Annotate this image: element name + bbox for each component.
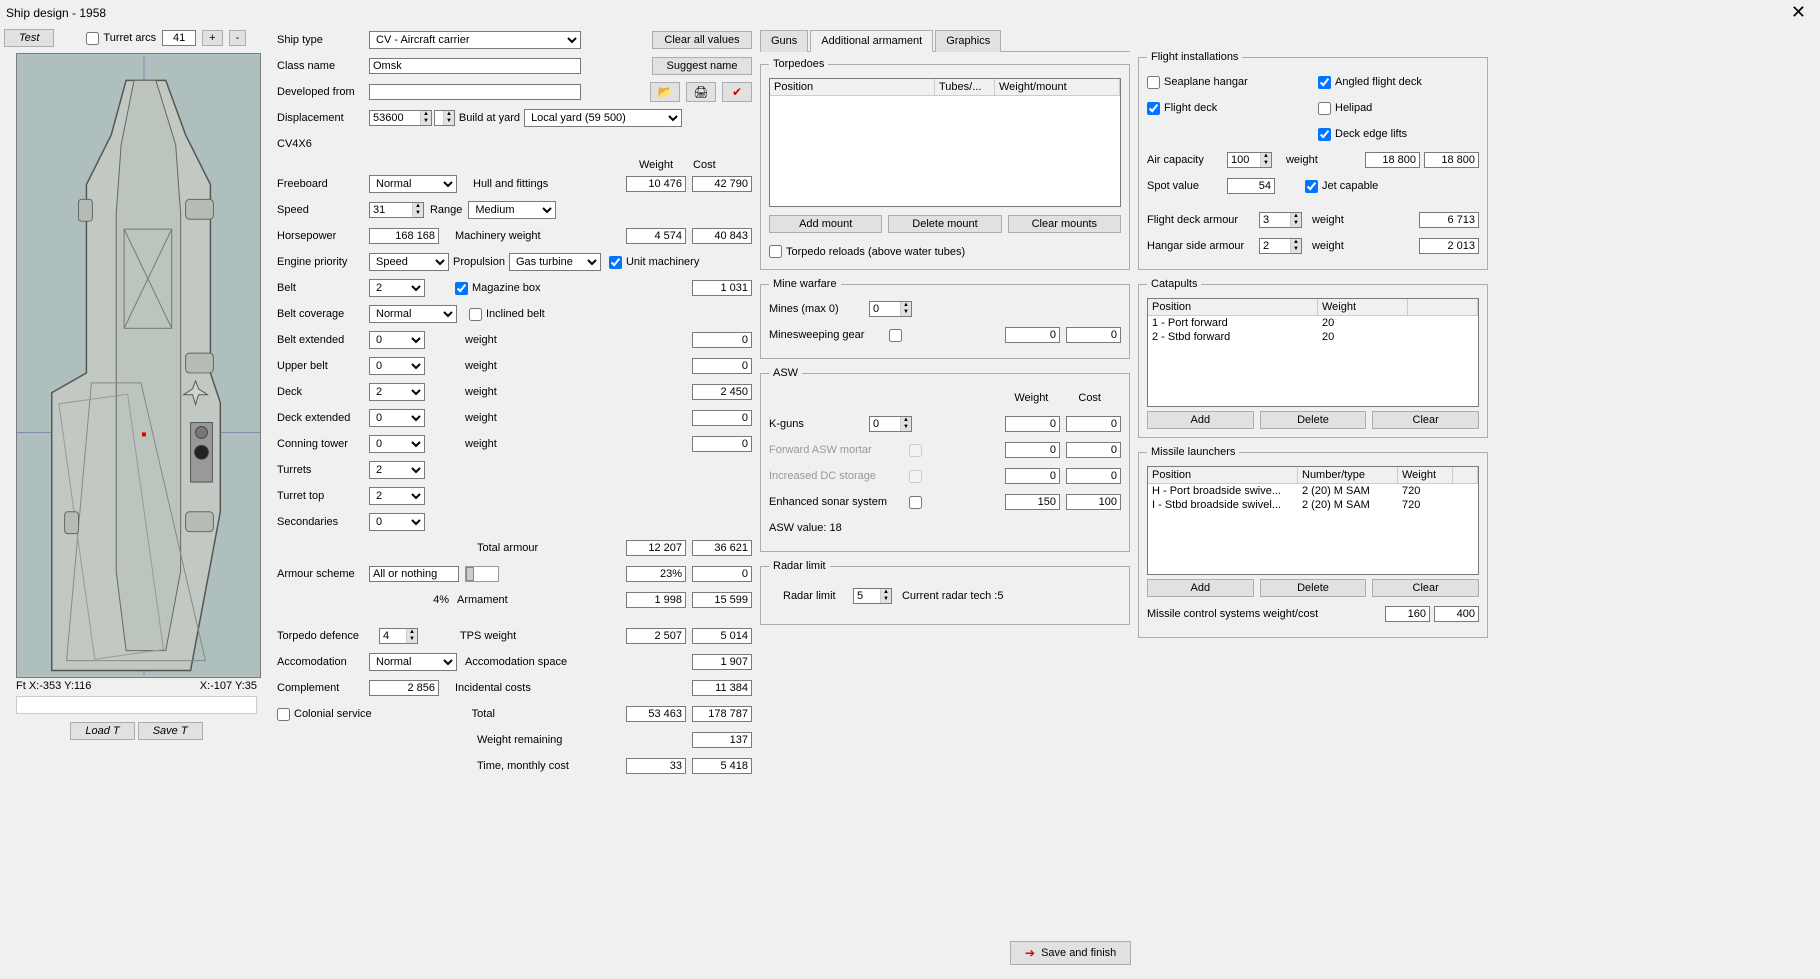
torpedoes-group: Torpedoes Position Tubes/... Weight/moun…	[760, 58, 1130, 270]
seaplane-hangar-checkbox[interactable]: Seaplane hangar	[1147, 76, 1248, 89]
clear-mounts-button[interactable]: Clear mounts	[1008, 215, 1121, 233]
range-select[interactable]: Medium	[468, 201, 556, 219]
titlebar: Ship design - 1958 ✕	[0, 0, 1820, 25]
displacement-extra-spinner[interactable]: ▲▼	[434, 110, 455, 126]
unit-machinery-checkbox[interactable]: Unit machinery	[609, 256, 699, 269]
engine-priority-select[interactable]: Speed	[369, 253, 449, 271]
save-t-button[interactable]: Save T	[138, 722, 203, 740]
dc-storage-checkbox	[909, 470, 922, 483]
displacement-spinner[interactable]: ▲▼	[369, 110, 432, 126]
catapult-add-button[interactable]: Add	[1147, 411, 1254, 429]
turret-arcs-checkbox[interactable]: Turret arcs	[86, 32, 156, 45]
catapults-list[interactable]: Position Weight 1 - Port forward202 - St…	[1147, 298, 1479, 407]
air-capacity-spinner[interactable]: ▲▼	[1227, 152, 1272, 168]
list-item[interactable]: 2 - Stbd forward20	[1148, 330, 1478, 344]
asw-group: ASW Weight Cost K-guns ▲▼ Forward ASW mo…	[760, 367, 1130, 552]
fwd-mortar-checkbox	[909, 444, 922, 457]
class-name-input[interactable]	[369, 58, 581, 74]
colonial-service-checkbox[interactable]: Colonial service	[277, 708, 372, 721]
jet-capable-checkbox[interactable]: Jet capable	[1305, 180, 1378, 193]
print-icon[interactable]: 🖨	[686, 82, 716, 102]
window-title: Ship design - 1958	[6, 6, 106, 20]
catapults-group: Catapults Position Weight 1 - Port forwa…	[1138, 278, 1488, 438]
conning-tower-select[interactable]: 0	[369, 435, 425, 453]
suggest-name-button[interactable]: Suggest name	[652, 57, 752, 75]
missile-list[interactable]: Position Number/type Weight H - Port bro…	[1147, 466, 1479, 575]
torpedo-reloads-checkbox[interactable]: Torpedo reloads (above water tubes)	[769, 245, 965, 258]
flight-deck-checkbox[interactable]: Flight deck	[1147, 102, 1217, 115]
check-icon[interactable]: ✔	[722, 82, 752, 102]
catapult-clear-button[interactable]: Clear	[1372, 411, 1479, 429]
test-button[interactable]: Test	[4, 29, 54, 47]
turrets-select[interactable]: 2	[369, 461, 425, 479]
belt-coverage-select[interactable]: Normal	[369, 305, 457, 323]
sonar-checkbox[interactable]	[909, 496, 922, 509]
tab-guns[interactable]: Guns	[760, 30, 808, 52]
close-icon[interactable]: ✕	[1783, 2, 1814, 23]
status-line	[16, 696, 257, 714]
accomodation-select[interactable]: Normal	[369, 653, 457, 671]
missile-delete-button[interactable]: Delete	[1260, 579, 1367, 597]
clear-all-button[interactable]: Clear all values	[652, 31, 752, 49]
torpedo-defence-spinner[interactable]: ▲▼	[379, 628, 418, 644]
belt-select[interactable]: 2	[369, 279, 425, 297]
magazine-box-checkbox[interactable]: Magazine box	[455, 282, 541, 295]
radar-limit-group: Radar limit Radar limit ▲▼ Current radar…	[760, 560, 1130, 625]
speed-spinner[interactable]: ▲▼	[369, 202, 424, 218]
inclined-belt-checkbox[interactable]: Inclined belt	[469, 308, 545, 321]
belt-ext-select[interactable]: 0	[369, 331, 425, 349]
add-mount-button[interactable]: Add mount	[769, 215, 882, 233]
asw-value: ASW value: 18	[769, 522, 842, 534]
missile-add-button[interactable]: Add	[1147, 579, 1254, 597]
plus-button[interactable]: +	[202, 30, 222, 46]
secondaries-select[interactable]: 0	[369, 513, 425, 531]
angled-deck-checkbox[interactable]: Angled flight deck	[1318, 76, 1422, 89]
flight-deck-armour-spinner[interactable]: ▲▼	[1259, 212, 1302, 228]
tab-graphics[interactable]: Graphics	[935, 30, 1001, 52]
catapult-delete-button[interactable]: Delete	[1260, 411, 1367, 429]
hull-code: CV4X6	[277, 138, 312, 150]
ship-diagram[interactable]	[16, 53, 261, 678]
flight-installations-group: Flight installations Seaplane hangar Fli…	[1138, 51, 1488, 270]
ft-coord: Ft X:-353 Y:116	[16, 680, 91, 692]
kguns-spinner[interactable]: ▲▼	[869, 416, 912, 432]
tab-additional-armament[interactable]: Additional armament	[810, 30, 933, 52]
armament-tabs: Guns Additional armament Graphics	[760, 29, 1130, 52]
folder-icon[interactable]: 📂	[650, 82, 680, 102]
build-yard-select[interactable]: Local yard (59 500)	[524, 109, 682, 127]
mines-spinner[interactable]: ▲▼	[869, 301, 912, 317]
upper-belt-select[interactable]: 0	[369, 357, 425, 375]
load-t-button[interactable]: Load T	[70, 722, 134, 740]
xy-coord: X:-107 Y:35	[200, 680, 257, 692]
propulsion-select[interactable]: Gas turbine	[509, 253, 601, 271]
hangar-side-armour-spinner[interactable]: ▲▼	[1259, 238, 1302, 254]
list-item[interactable]: 1 - Port forward20	[1148, 316, 1478, 330]
torpedo-list[interactable]: Position Tubes/... Weight/mount	[769, 78, 1121, 207]
missile-launchers-group: Missile launchers Position Number/type W…	[1138, 446, 1488, 638]
freeboard-select[interactable]: Normal	[369, 175, 457, 193]
list-item[interactable]: I - Stbd broadside swivel...2 (20) M SAM…	[1148, 498, 1478, 512]
minesweeping-checkbox[interactable]	[889, 329, 902, 342]
developed-from-input[interactable]	[369, 84, 581, 100]
deck-ext-select[interactable]: 0	[369, 409, 425, 427]
missile-clear-button[interactable]: Clear	[1372, 579, 1479, 597]
arrow-right-icon: ➔	[1025, 946, 1035, 960]
minus-button[interactable]: -	[229, 30, 247, 46]
armour-scheme-slider[interactable]	[465, 566, 499, 582]
deck-select[interactable]: 2	[369, 383, 425, 401]
deck-edge-lifts-checkbox[interactable]: Deck edge lifts	[1318, 128, 1407, 141]
list-item[interactable]: H - Port broadside swive...2 (20) M SAM7…	[1148, 484, 1478, 498]
delete-mount-button[interactable]: Delete mount	[888, 215, 1001, 233]
mine-warfare-group: Mine warfare Mines (max 0) ▲▼ Minesweepi…	[760, 278, 1130, 359]
helipad-checkbox[interactable]: Helipad	[1318, 102, 1372, 115]
save-and-finish-button[interactable]: ➔ Save and finish	[1010, 941, 1131, 965]
radar-limit-spinner[interactable]: ▲▼	[853, 588, 892, 604]
ship-type-select[interactable]: CV - Aircraft carrier	[369, 31, 581, 49]
turret-arc-value: 41	[162, 30, 196, 46]
turret-top-select[interactable]: 2	[369, 487, 425, 505]
